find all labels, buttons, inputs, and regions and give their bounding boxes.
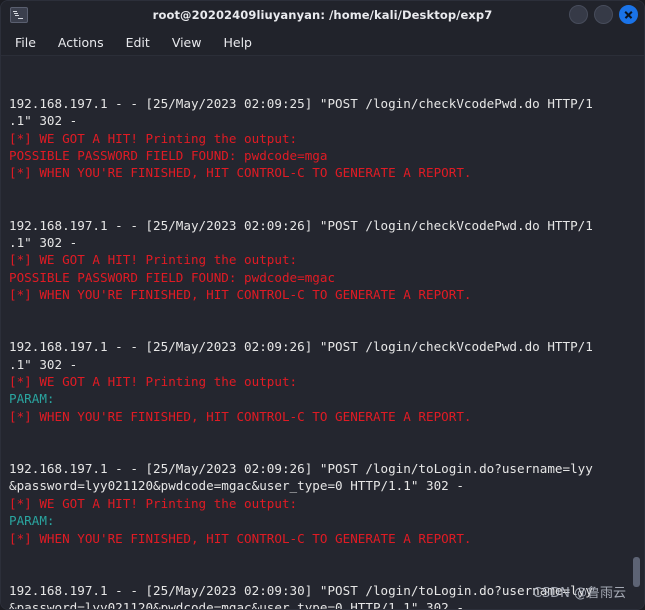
terminal-line: 192.168.197.1 - - [25/May/2023 02:09:25]…	[9, 95, 593, 111]
terminal-line: [*] WHEN YOU'RE FINISHED, HIT CONTROL-C …	[9, 408, 472, 424]
terminal-line: &password=lyy021120&pwdcode=mgac&user_ty…	[9, 478, 464, 494]
terminal-line: POSSIBLE PASSWORD FIELD FOUND: pwdcode=m…	[9, 269, 336, 285]
terminal-line: .1" 302 -	[9, 234, 78, 250]
menu-item-view[interactable]: View	[172, 35, 202, 50]
minimize-button[interactable]	[569, 5, 588, 24]
terminal-line: PARAM:	[9, 391, 55, 407]
csdn-watermark: CSDN @鲁雨云	[532, 586, 626, 601]
terminal-line: .1" 302 -	[9, 113, 78, 129]
terminal-line: [*] WE GOT A HIT! Printing the output:	[9, 130, 298, 146]
terminal-line: [*] WHEN YOU'RE FINISHED, HIT CONTROL-C …	[9, 165, 472, 181]
terminal-line: [*] WHEN YOU'RE FINISHED, HIT CONTROL-C …	[9, 287, 472, 303]
menu-item-edit[interactable]: Edit	[126, 35, 150, 50]
terminal-output-area[interactable]: 192.168.197.1 - - [25/May/2023 02:09:25]…	[1, 56, 644, 609]
terminal-line: [*] WE GOT A HIT! Printing the output:	[9, 252, 298, 268]
window-titlebar[interactable]: root@20202409liuyanyan: /home/kali/Deskt…	[1, 1, 644, 29]
terminal-line: [*] WHEN YOU'RE FINISHED, HIT CONTROL-C …	[9, 530, 472, 546]
menu-bar: File Actions Edit View Help	[1, 29, 644, 56]
terminal-line: 192.168.197.1 - - [25/May/2023 02:09:26]…	[9, 460, 593, 476]
terminal-icon	[10, 7, 28, 23]
scrollbar-thumb[interactable]	[633, 557, 640, 587]
terminal-window: root@20202409liuyanyan: /home/kali/Deskt…	[0, 0, 645, 610]
terminal-line: 192.168.197.1 - - [25/May/2023 02:09:26]…	[9, 217, 593, 233]
terminal-line: PARAM:	[9, 513, 55, 529]
terminal-lines: 192.168.197.1 - - [25/May/2023 02:09:25]…	[1, 60, 644, 609]
terminal-line: 192.168.197.1 - - [25/May/2023 02:09:26]…	[9, 339, 593, 355]
window-title: root@20202409liuyanyan: /home/kali/Deskt…	[152, 8, 493, 22]
terminal-scrollbar[interactable]	[633, 56, 642, 609]
menu-item-actions[interactable]: Actions	[58, 35, 104, 50]
terminal-line: [*] WE GOT A HIT! Printing the output:	[9, 374, 298, 390]
menu-item-file[interactable]: File	[15, 35, 36, 50]
terminal-line: .1" 302 -	[9, 356, 78, 372]
terminal-line: [*] WE GOT A HIT! Printing the output:	[9, 495, 298, 511]
window-controls	[569, 5, 638, 24]
close-button[interactable]	[619, 5, 638, 24]
maximize-button[interactable]	[594, 5, 613, 24]
terminal-line: POSSIBLE PASSWORD FIELD FOUND: pwdcode=m…	[9, 147, 328, 163]
menu-item-help[interactable]: Help	[223, 35, 252, 50]
